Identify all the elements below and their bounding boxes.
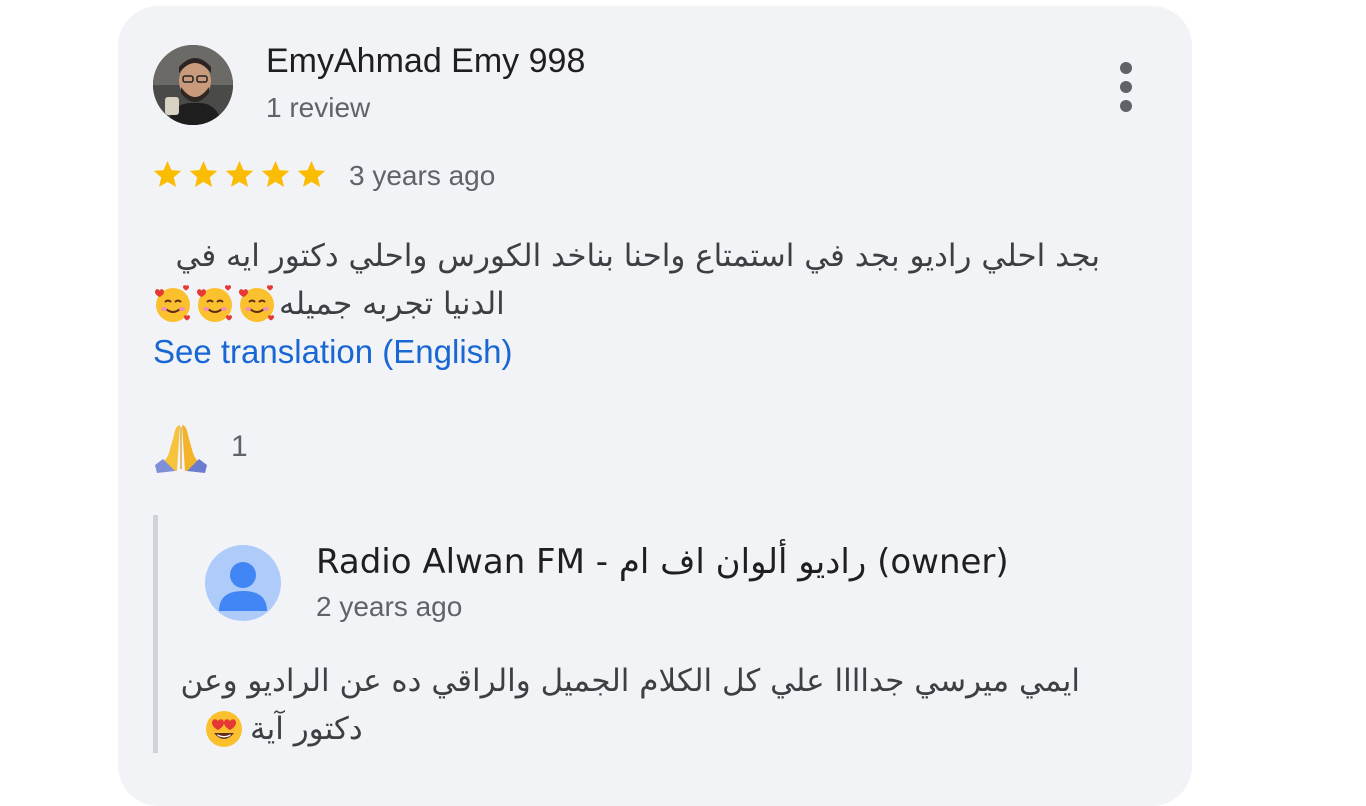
person-icon xyxy=(219,562,267,611)
star-icon xyxy=(223,158,256,194)
see-translation-link[interactable]: See translation (English) xyxy=(153,333,513,371)
star-icon xyxy=(187,158,220,194)
review-date: 3 years ago xyxy=(349,160,496,191)
more-options-button[interactable] xyxy=(1106,58,1146,116)
star-rating xyxy=(151,158,328,194)
folded-hands-icon xyxy=(155,425,207,473)
review-emojis xyxy=(153,284,277,324)
owner-reply-divider xyxy=(153,515,158,753)
owner-reply-text-line-2-text: دكتور آية xyxy=(250,711,363,747)
reviewer-avatar[interactable] xyxy=(153,45,233,125)
star-icon xyxy=(151,158,184,194)
more-vertical-icon-dot xyxy=(1120,100,1132,112)
owner-reply-date: 2 years ago xyxy=(316,591,463,622)
reaction-count: 1 xyxy=(231,430,248,463)
reviewer-photo xyxy=(153,45,233,125)
smiling-face-with-heart-eyes-icon xyxy=(204,709,244,749)
smiling-face-with-hearts-icon xyxy=(153,284,193,324)
reviewer-name[interactable]: EmyAhmad Emy 998 xyxy=(266,42,585,81)
smiling-face-with-hearts-icon xyxy=(237,284,277,324)
more-vertical-icon xyxy=(1120,62,1132,74)
owner-reply-text-line-1: ايمي ميرسي جداااا علي كل الكلام الجميل و… xyxy=(180,663,1080,699)
reviewer-review-count: 1 review xyxy=(266,92,371,123)
owner-name: Radio Alwan FM - راديو ألوان اف ام (owne… xyxy=(316,542,1009,582)
smiling-face-with-hearts-icon xyxy=(195,284,235,324)
reaction-button[interactable]: 1 xyxy=(153,420,248,474)
star-icon xyxy=(259,158,292,194)
owner-reply-text-line-2: دكتور آية xyxy=(204,705,363,753)
star-icon xyxy=(295,158,328,194)
more-vertical-icon-dot xyxy=(1120,81,1132,93)
review-text-line-1: بجد احلي راديو بجد في استمتاع واحنا بناخ… xyxy=(175,238,1100,274)
review-text-line-2-text: الدنيا تجربه جميله xyxy=(279,286,505,322)
owner-avatar[interactable] xyxy=(205,545,281,621)
review-text-line-2: الدنيا تجربه جميله xyxy=(153,280,505,328)
